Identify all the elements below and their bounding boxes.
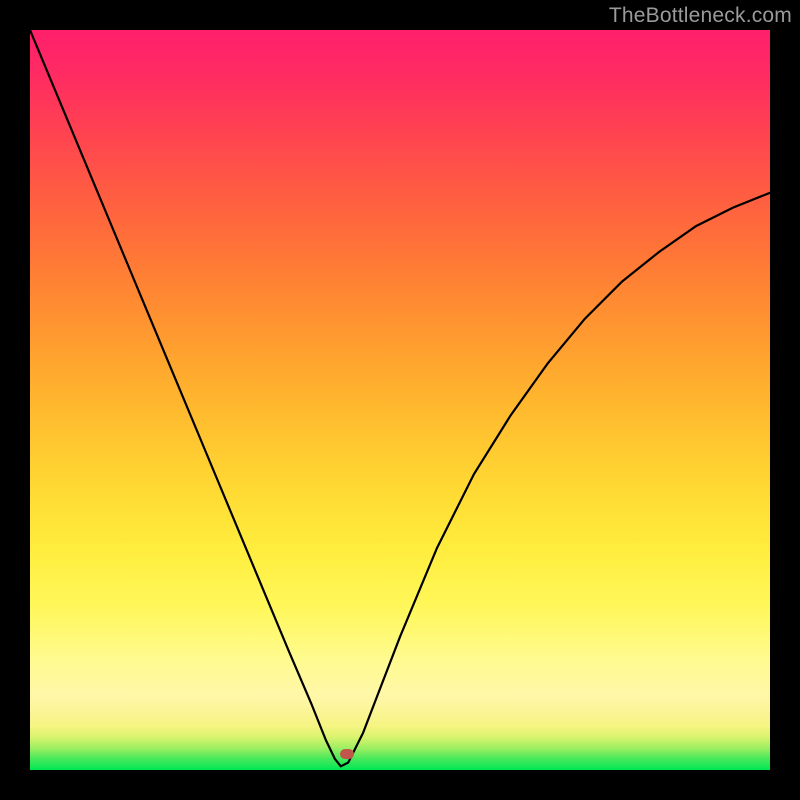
chart-frame: TheBottleneck.com [0, 0, 800, 800]
watermark-text: TheBottleneck.com [609, 4, 792, 28]
plot-area [30, 30, 770, 770]
optimal-marker [340, 749, 354, 759]
curve-path [30, 30, 770, 766]
bottleneck-curve [30, 30, 770, 770]
